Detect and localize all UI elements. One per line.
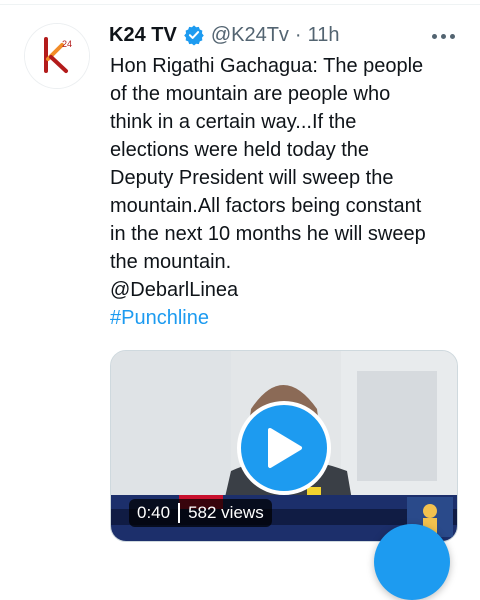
- video-duration: 0:40: [137, 503, 171, 522]
- hashtag-link[interactable]: #Punchline: [110, 304, 460, 332]
- more-options-button[interactable]: [426, 25, 460, 47]
- video-stats-badge: 0:40 582 views: [129, 499, 272, 527]
- video-player[interactable]: 0:40 582 views: [110, 350, 458, 542]
- tweet-header: K24 TV @K24Tv · 11h: [109, 22, 339, 48]
- badge-divider: [178, 503, 181, 523]
- handle[interactable]: @K24Tv: [211, 24, 289, 47]
- verified-badge-icon: [184, 25, 204, 46]
- mention-link[interactable]: @DebarlLinea: [110, 276, 460, 304]
- tweet-body: Hon Rigathi Gachagua: The people of the …: [110, 52, 460, 332]
- tweet-text: Hon Rigathi Gachagua: The people of the …: [110, 55, 426, 273]
- more-dot: [440, 33, 446, 39]
- tweet[interactable]: 24 K24 TV @K24Tv · 11h Hon Rigathi Gacha…: [0, 0, 480, 600]
- more-dot: [449, 33, 455, 39]
- avatar[interactable]: 24: [24, 23, 90, 89]
- compose-button[interactable]: [374, 524, 450, 600]
- display-name[interactable]: K24 TV: [109, 24, 177, 47]
- play-button[interactable]: [237, 401, 331, 495]
- more-horizontal-icon: [431, 33, 437, 39]
- separator-dot: ·: [294, 23, 302, 46]
- k24-logo-icon: 24: [25, 24, 89, 88]
- timestamp[interactable]: 11h: [308, 24, 340, 47]
- play-icon: [268, 428, 302, 468]
- svg-text:24: 24: [62, 39, 72, 49]
- video-views: 582 views: [188, 503, 264, 522]
